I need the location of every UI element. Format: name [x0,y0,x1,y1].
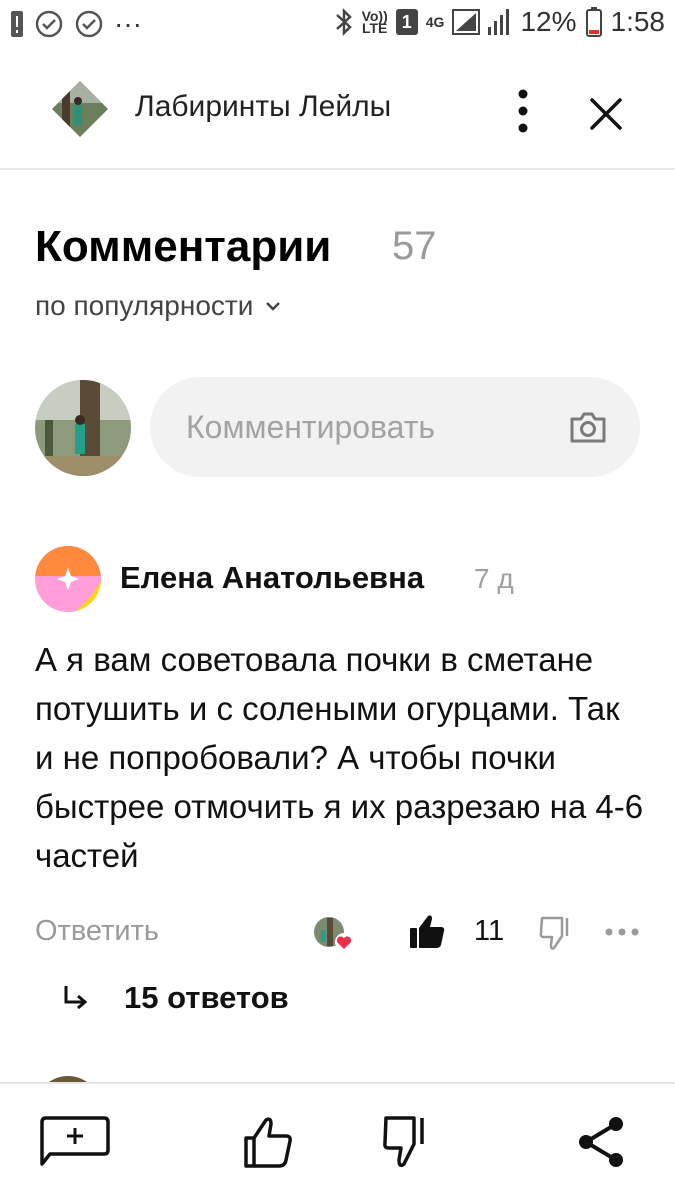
volte-bottom: LTE [361,20,388,36]
sort-label: по популярности [35,290,254,321]
notification-icon [11,11,23,37]
signal-icon [452,9,510,35]
clock: 1:58 [610,6,666,37]
add-comment-icon[interactable] [38,1114,112,1170]
like-icon[interactable] [408,912,446,950]
liked-by-author-avatar [314,917,353,951]
more-icon[interactable] [602,922,642,942]
my-avatar[interactable] [35,380,131,476]
app-header: Лабиринты Лейлы [0,50,675,170]
close-icon[interactable] [584,92,628,136]
channel-avatar[interactable] [52,81,108,137]
thumb-up-icon[interactable] [240,1114,300,1170]
thumb-down-icon[interactable] [380,1114,440,1170]
replies-count: 15 ответов [124,980,289,1015]
author-avatar-image [35,546,101,612]
kebab-menu-icon[interactable] [508,86,538,136]
network-gen: 4G [425,14,445,30]
my-avatar-image [35,380,131,476]
status-bar-right: Vo)) LTE 1 4G 12% 1:58 [334,6,665,38]
chevron-down-icon [266,302,281,311]
volte-indicator: Vo)) LTE [361,9,388,36]
comment-text: А я вам советовала почки в сметане потуш… [35,641,644,874]
reply-button[interactable]: Ответить [35,915,159,948]
comment-author-avatar[interactable] [35,546,101,612]
sim-badge: 1 [395,9,418,35]
reply-arrow-icon [64,986,88,1010]
channel-name[interactable]: Лабиринты Лейлы [135,90,391,124]
bluetooth-icon [335,7,352,37]
check-circle-icon [75,10,103,38]
comments-count: 57 [392,224,437,268]
comment-time: 7 д [474,563,514,594]
camera-icon[interactable] [568,407,608,447]
status-bar-left: ··· [10,8,142,40]
status-bar: ··· Vo)) LTE 1 4G 12% 1:58 [0,0,675,50]
check-circle-icon [35,10,63,38]
like-count: 11 [474,915,505,947]
comment-input[interactable]: Комментировать [150,377,640,477]
battery-icon [585,7,602,37]
share-icon[interactable] [572,1114,632,1170]
sort-dropdown[interactable]: по популярности [35,290,281,322]
comment-author-name[interactable]: Елена Анатольевна [120,560,424,596]
show-replies-button[interactable]: 15 ответов [60,980,289,1016]
dislike-icon[interactable] [538,914,574,952]
comments-title: Комментарии [35,222,332,271]
bottom-action-bar [0,1082,675,1200]
battery-percent: 12% [520,6,577,37]
comment-input-placeholder: Комментировать [186,409,436,445]
status-overflow: ··· [114,8,142,39]
